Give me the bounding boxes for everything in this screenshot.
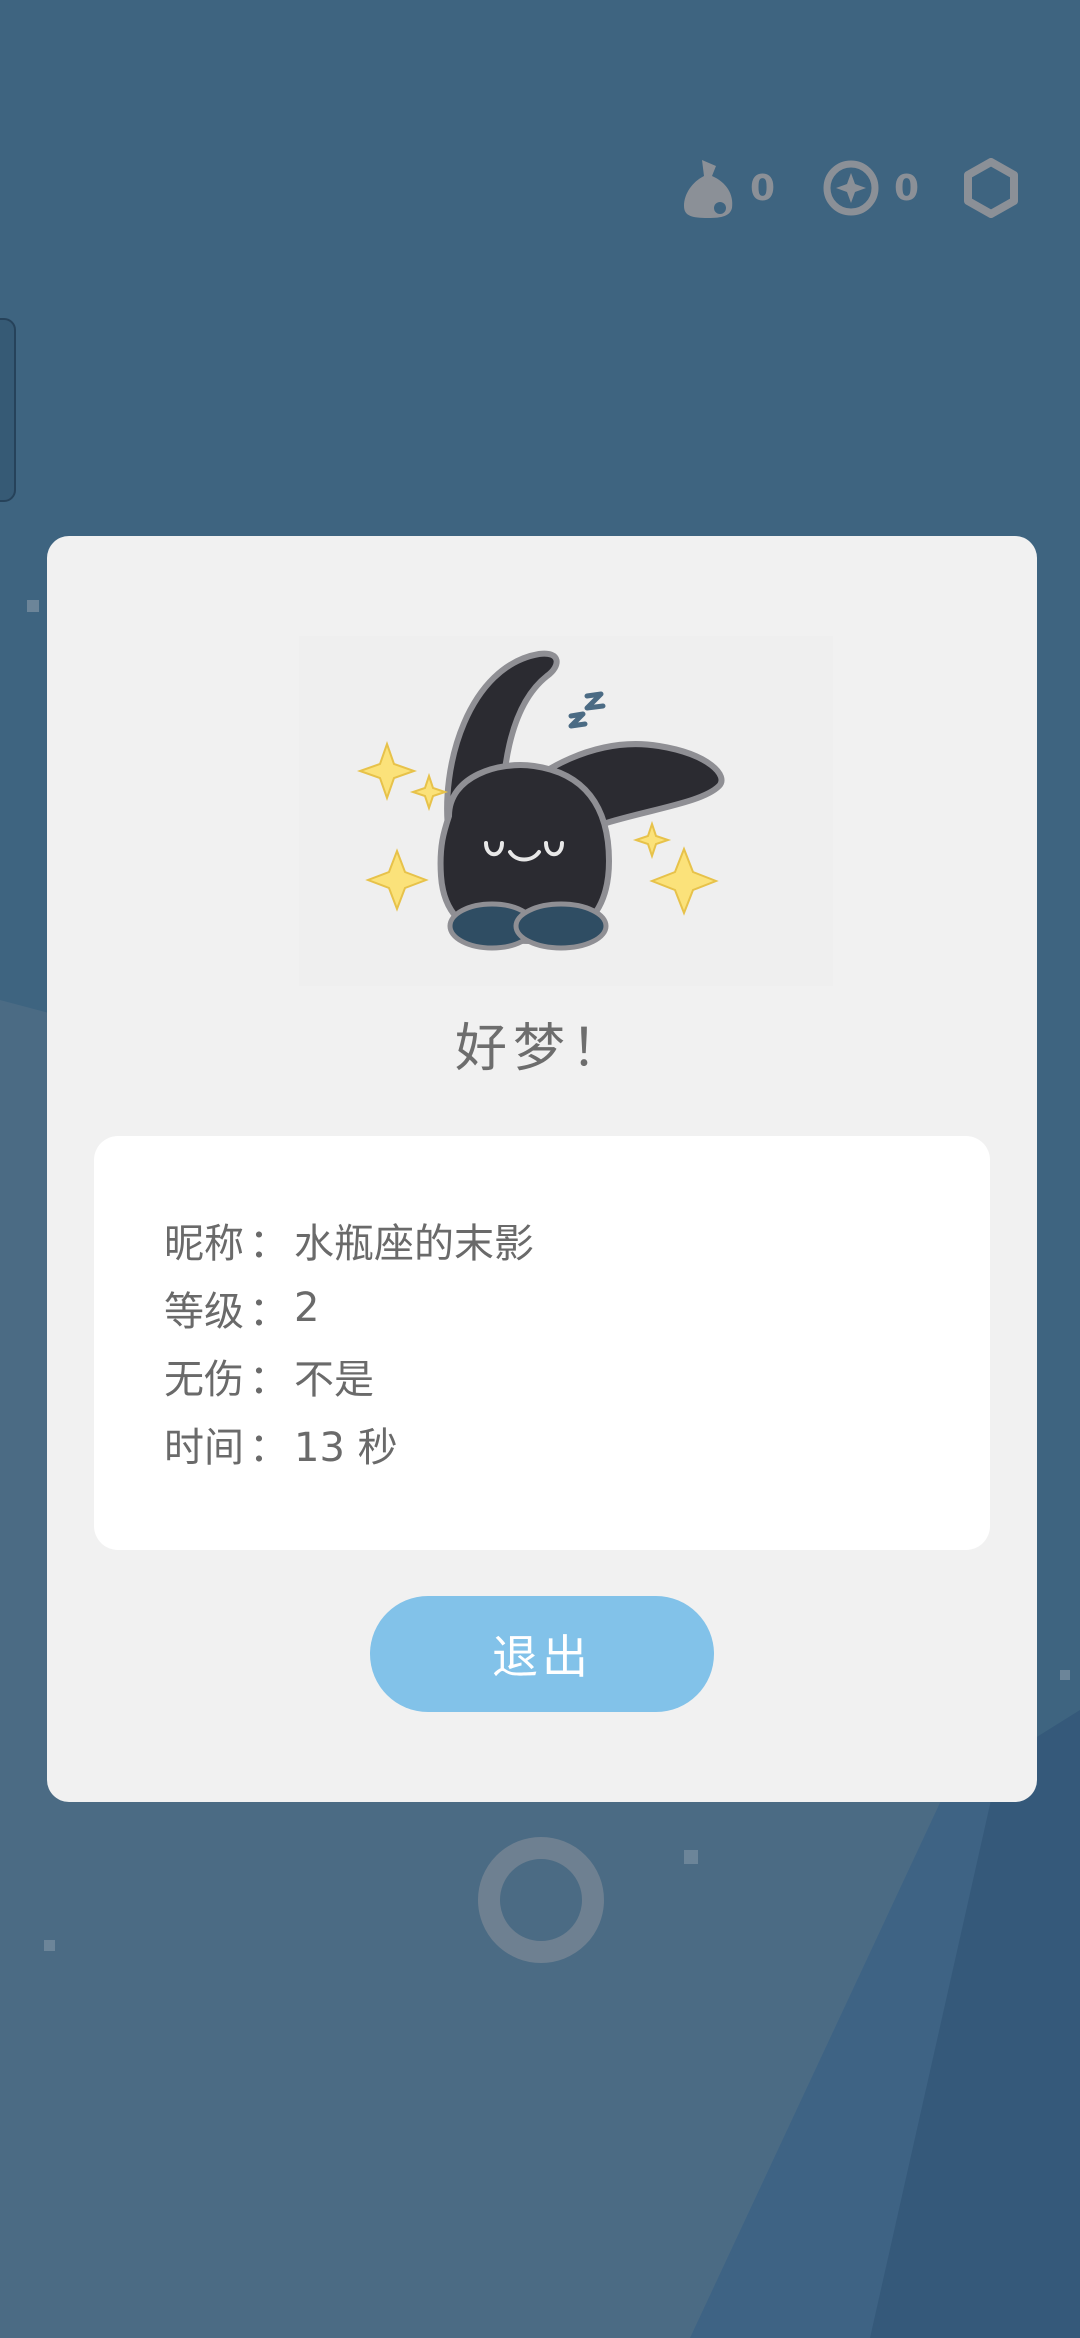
settings-button[interactable] — [962, 150, 1020, 226]
bag-counter[interactable]: 0 — [680, 150, 775, 226]
info-card: 昵称 ： 水瓶座的末影 等级 ： 2 无伤 ： 不是 时间 ： 13 秒 — [94, 1136, 990, 1550]
info-value: 2 — [294, 1285, 320, 1331]
info-separator: ： — [249, 1221, 289, 1267]
exit-button[interactable]: 退出 — [370, 1596, 714, 1712]
rabbit-foot-right — [513, 901, 609, 951]
info-row-nickname: 昵称 ： 水瓶座的末影 — [164, 1206, 534, 1274]
coin-counter[interactable]: 0 — [822, 150, 919, 226]
coin-icon — [823, 160, 879, 216]
info-label: 时间 — [164, 1425, 244, 1471]
info-value: 13 秒 — [294, 1425, 398, 1471]
info-separator: ： — [249, 1289, 289, 1335]
info-label: 昵称 — [164, 1221, 244, 1267]
info-value: 不是 — [294, 1357, 374, 1403]
bg-dot — [684, 1850, 698, 1864]
coin-count: 0 — [894, 167, 920, 209]
game-screen: 0 0 好梦！ 昵称 ： 水瓶座的末影 等级 ： 2 无伤 ： 不是 时间 ： … — [0, 0, 1080, 2338]
bg-dot — [44, 1940, 55, 1951]
info-row-no-damage: 无伤 ： 不是 — [164, 1342, 534, 1410]
bg-dot — [27, 600, 39, 612]
info-value: 水瓶座的末影 — [294, 1221, 534, 1267]
sleeping-rabbit — [299, 636, 833, 986]
bg-dot — [1060, 1670, 1070, 1680]
info-row-level: 等级 ： 2 — [164, 1274, 534, 1342]
bag-icon — [684, 160, 733, 218]
bag-count: 0 — [750, 167, 776, 209]
info-separator: ： — [249, 1357, 289, 1403]
result-dialog: 好梦！ 昵称 ： 水瓶座的末影 等级 ： 2 无伤 ： 不是 时间 ： 13 秒… — [47, 536, 1037, 1802]
settings-hexagon-icon — [964, 158, 1018, 218]
side-tab[interactable] — [0, 318, 16, 502]
info-list: 昵称 ： 水瓶座的末影 等级 ： 2 无伤 ： 不是 时间 ： 13 秒 — [164, 1206, 534, 1478]
info-label: 无伤 — [164, 1357, 244, 1403]
info-row-time: 时间 ： 13 秒 — [164, 1410, 534, 1478]
dialog-title: 好梦！ — [454, 1019, 629, 1079]
info-separator: ： — [249, 1425, 289, 1471]
info-label: 等级 — [164, 1289, 244, 1335]
